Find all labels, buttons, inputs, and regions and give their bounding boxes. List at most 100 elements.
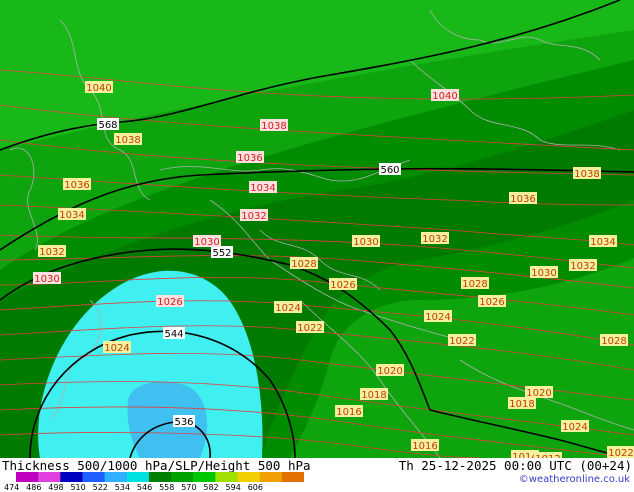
scale-label: 510	[70, 483, 86, 492]
scale-swatch	[60, 472, 83, 482]
isobar-label: 1016	[335, 405, 363, 418]
scale-swatch	[16, 472, 39, 482]
isobar-label-text: 1022	[449, 336, 474, 347]
isobar-label-text: 1036	[510, 194, 535, 205]
isobar-label-text: 1016	[336, 407, 361, 418]
scale-swatch	[215, 472, 239, 482]
isobar-label-text: 1016	[412, 441, 437, 452]
isobar-label-text: 1030	[353, 237, 378, 248]
isobar-label-text: 1024	[562, 422, 587, 433]
isobar-label: 1028	[461, 277, 489, 290]
scale-swatch	[237, 472, 261, 482]
isobar-label: 1026	[156, 295, 184, 308]
isobar-label: 1024	[561, 420, 589, 433]
weather-map: 568 560 552 544 536 1040 1040 1038 1038 1038 1036…	[0, 0, 634, 465]
isobar-label: 1034	[249, 181, 277, 194]
isobar-label-text: 1034	[250, 183, 275, 194]
isobar-label: 1038	[573, 167, 601, 180]
height-label-text: 536	[174, 417, 193, 428]
isobar-label: 1030	[33, 272, 61, 285]
scale-swatch	[259, 472, 283, 482]
isobar-label: 1018	[508, 397, 536, 410]
isobar-label: 1040	[85, 81, 113, 94]
scale-label: 570	[181, 483, 197, 492]
scale-label: 534	[114, 483, 131, 492]
isobar-label-text: 1024	[275, 303, 300, 314]
isobar-label: 1032	[38, 245, 66, 258]
scale-swatch	[281, 472, 304, 482]
isobar-label-text: 1022	[608, 448, 633, 458]
scale-label: 558	[159, 483, 175, 492]
isobar-label-text: 1034	[590, 237, 615, 248]
isobar-label-text: 1028	[291, 259, 316, 270]
height-contour-label: 560	[379, 163, 401, 176]
isobar-label: 1022	[607, 446, 634, 459]
isobar-label-text: 1018	[509, 399, 534, 410]
isobar-label: 1036	[236, 151, 264, 164]
isobar-label-text: 1028	[462, 279, 487, 290]
scale-swatch	[82, 472, 106, 482]
isobar-label: 1030	[193, 235, 221, 248]
height-contour-label: 536	[173, 415, 195, 428]
isobar-label-text: 1024	[425, 312, 450, 323]
isobar-label-text: 1040	[86, 83, 111, 94]
isobar-label: 1018	[360, 388, 388, 401]
valid-time: Th 25-12-2025 00:00 UTC (00+24)	[398, 458, 632, 473]
isobar-label: 1034	[58, 208, 86, 221]
isobar-label-text: 1038	[115, 135, 140, 146]
scale-label: 522	[92, 483, 108, 492]
isobar-label: 1034	[589, 235, 617, 248]
scale-label: 546	[136, 483, 153, 492]
isobar-label-text: 1032	[422, 234, 447, 245]
thickness-color-scale	[16, 472, 304, 482]
isobar-label: 1024	[274, 301, 302, 314]
isobar-label-text: 1020	[377, 366, 402, 377]
site-credit[interactable]: ©weatheronline.co.uk	[519, 474, 630, 485]
height-contour-label: 568	[97, 118, 119, 131]
scale-swatch	[148, 472, 172, 482]
isobar-label-text: 1026	[330, 280, 355, 291]
scale-label: 474	[4, 483, 20, 492]
isobar-label-text: 1038	[261, 121, 286, 132]
height-contour-label: 544	[163, 327, 185, 340]
scale-label: 582	[203, 483, 219, 492]
isobar-label-text: 1030	[531, 268, 556, 279]
scale-label: 486	[26, 483, 42, 492]
scale-label: 594	[225, 483, 241, 492]
isobar-label-text: 1026	[157, 297, 182, 308]
isobar-label: 1026	[478, 295, 506, 308]
scale-swatch	[126, 472, 150, 482]
isobar-label: 1032	[569, 259, 597, 272]
isobar-label: 1016	[411, 439, 439, 452]
map-title: Thickness 500/1000 hPa/SLP/Height 500 hP…	[2, 458, 311, 473]
isobar-label-text: 1032	[39, 247, 64, 258]
isobar-label-text: 1026	[479, 297, 504, 308]
scale-swatch	[38, 472, 61, 482]
scale-swatch	[171, 472, 194, 482]
isobar-label: 1030	[352, 235, 380, 248]
isobar-label: 1038	[114, 133, 142, 146]
map-canvas: 568 560 552 544 536 1040 1040 1038 1038 1038 1036…	[0, 0, 634, 465]
isobar-label: 1036	[63, 178, 91, 191]
isobar-label-text: 1032	[241, 211, 266, 222]
isobar-label-text: 1030	[34, 274, 59, 285]
isobar-label-text: 1024	[104, 343, 129, 354]
height-label-text: 552	[212, 248, 231, 259]
isobar-label-text: 1022	[297, 323, 322, 334]
scale-swatch	[193, 472, 216, 482]
isobar-label: 1028	[600, 334, 628, 347]
isobar-label-text: 1038	[574, 169, 599, 180]
isobar-label: 1024	[103, 341, 131, 354]
isobar-label: 1026	[329, 278, 357, 291]
isobar-label: 1040	[431, 89, 459, 102]
isobar-label-text: 1030	[194, 237, 219, 248]
scale-swatch	[104, 472, 128, 482]
height-label-text: 560	[380, 165, 399, 176]
isobar-label: 1032	[240, 209, 268, 222]
isobar-label-text: 1036	[64, 180, 89, 191]
map-footer: Thickness 500/1000 hPa/SLP/Height 500 hP…	[0, 458, 634, 492]
isobar-label-text: 1032	[570, 261, 595, 272]
isobar-label: 1030	[530, 266, 558, 279]
isobar-label: 1020	[376, 364, 404, 377]
isobar-label: 1028	[290, 257, 318, 270]
